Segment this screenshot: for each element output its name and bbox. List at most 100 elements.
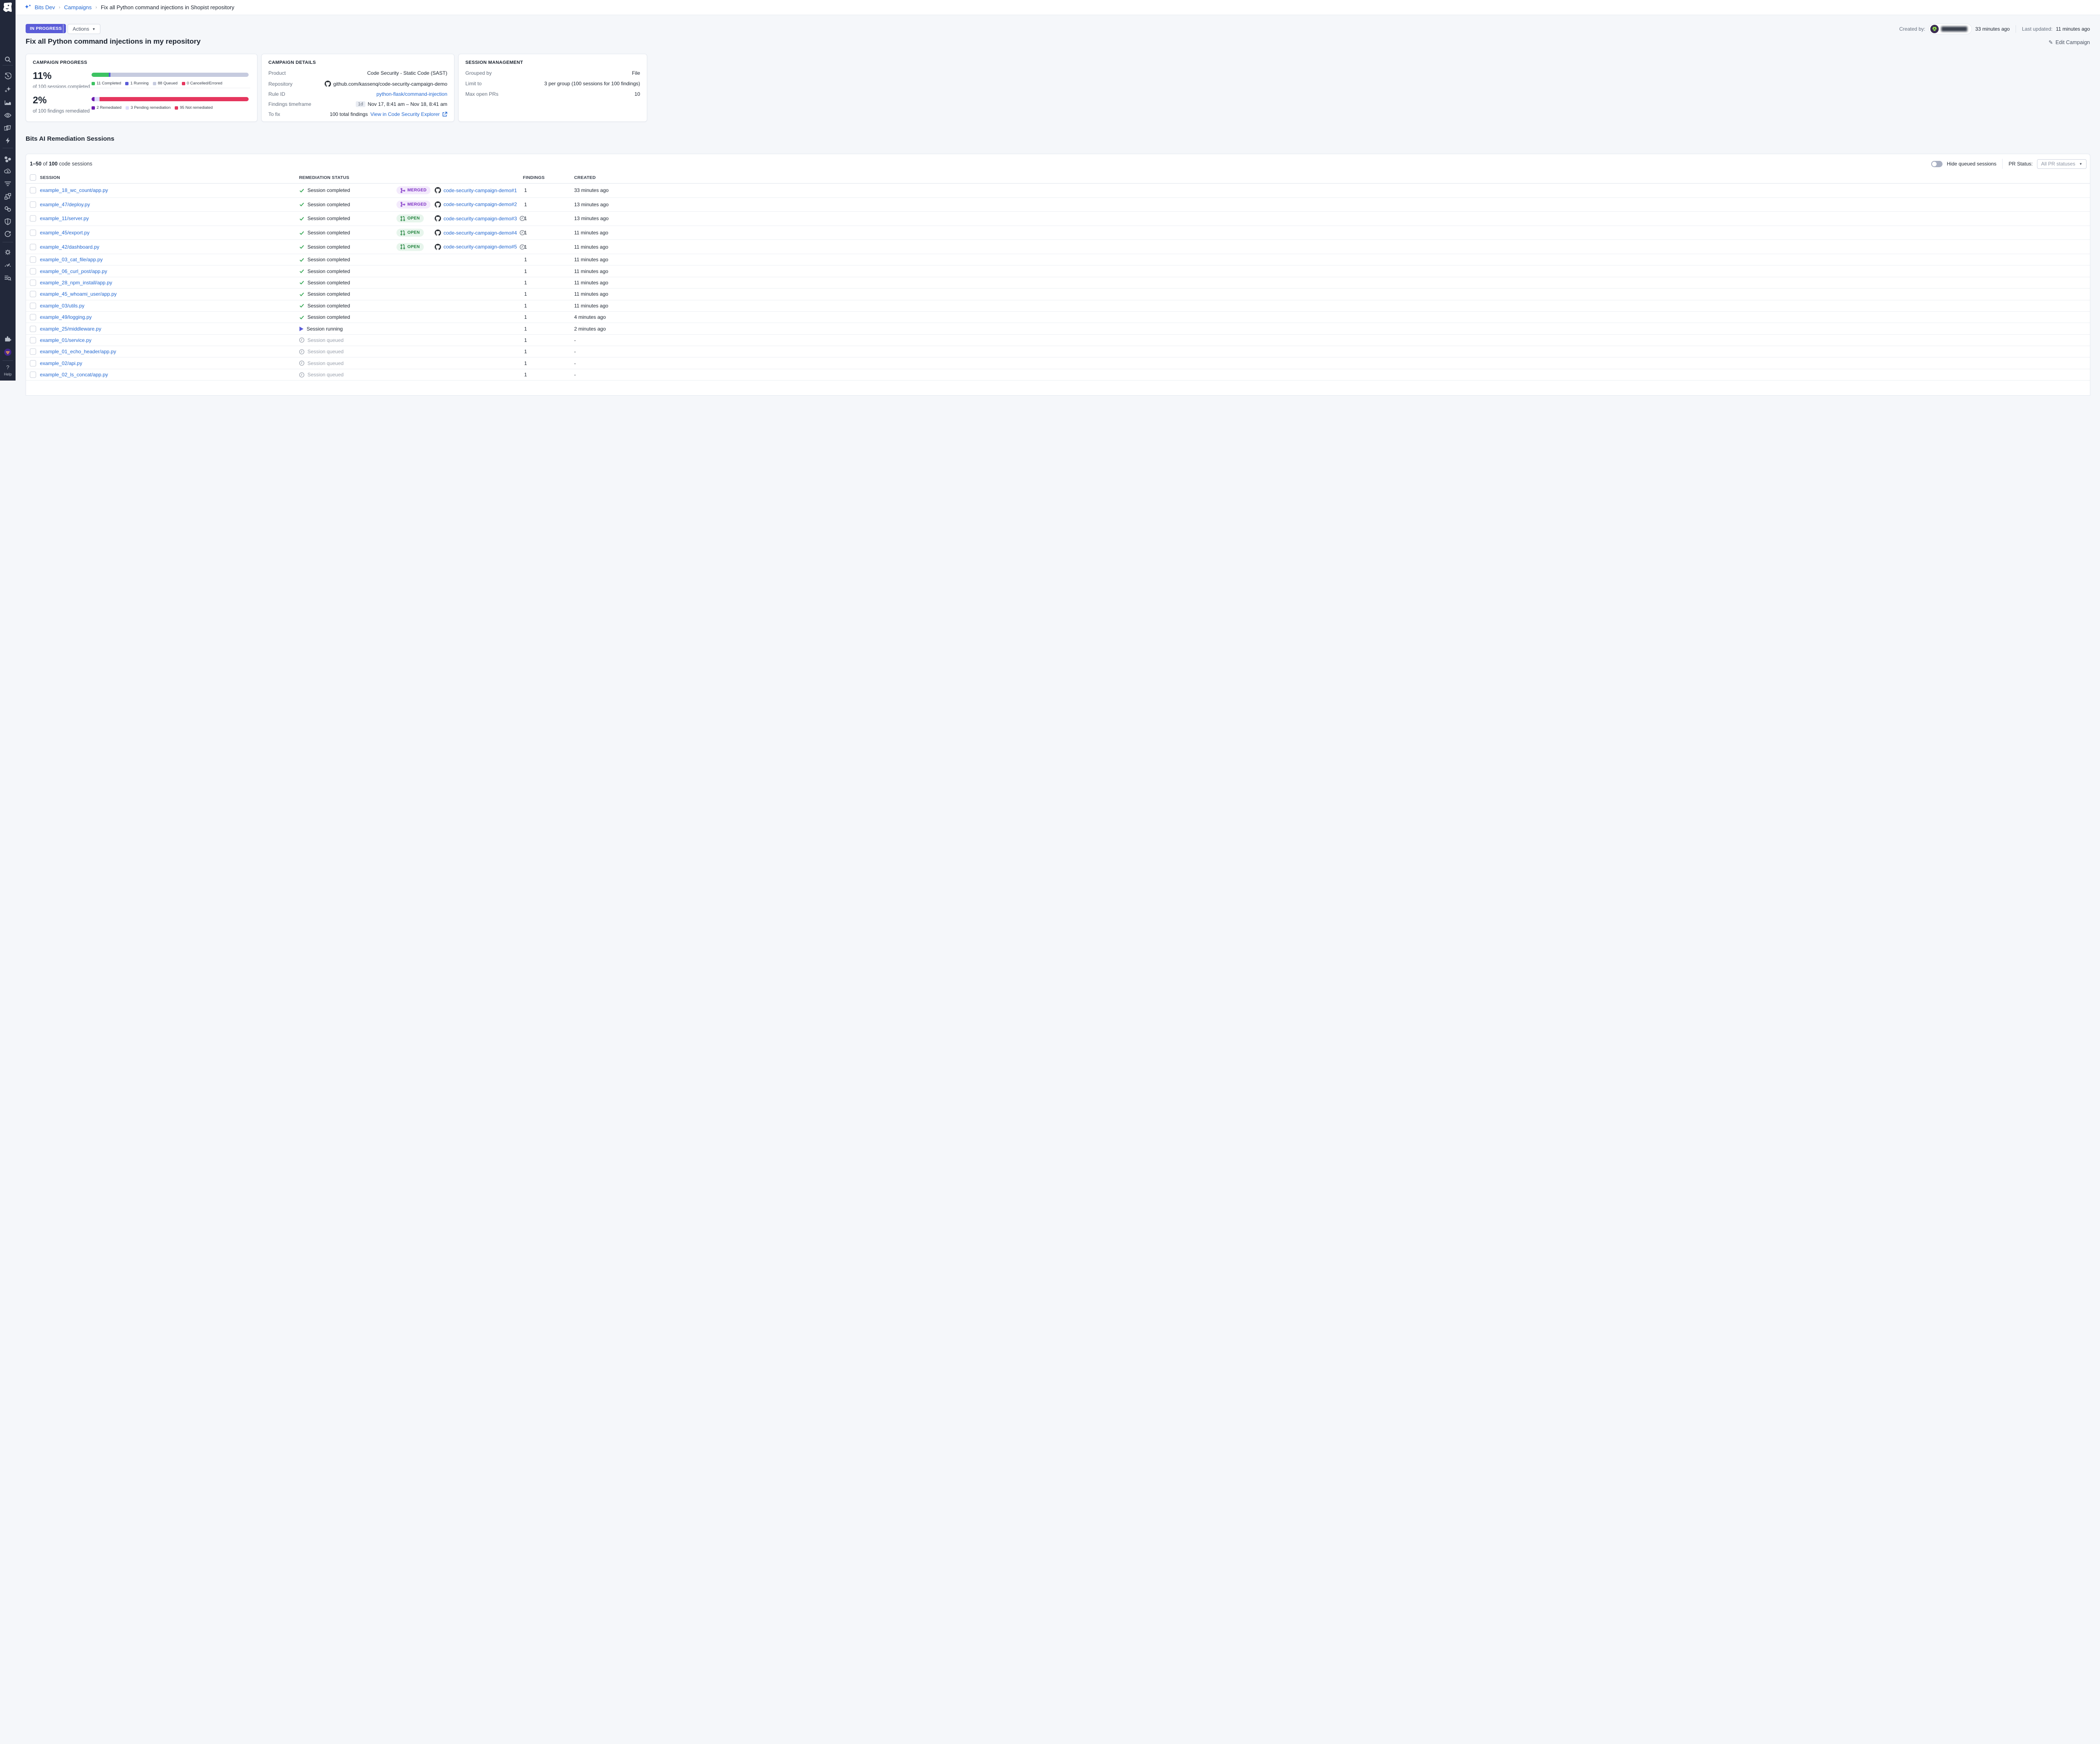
breadcrumb-bits-dev[interactable]: Bits Dev <box>34 4 55 11</box>
search-icon[interactable] <box>4 56 11 63</box>
integrations-puzzle-icon[interactable] <box>4 335 11 342</box>
session-link[interactable]: example_01/service.py <box>40 337 92 343</box>
caret-down-icon: ▼ <box>92 27 95 31</box>
session-link[interactable]: example_02_ls_concat/app.py <box>40 372 108 378</box>
session-link[interactable]: example_45/export.py <box>40 230 89 236</box>
row-checkbox[interactable] <box>30 230 36 236</box>
chevron-right-icon: › <box>59 5 60 10</box>
row-checkbox[interactable] <box>30 201 36 207</box>
remediation-status: Session running <box>299 326 343 332</box>
code-security-explorer-link[interactable]: View in Code Security Explorer <box>370 111 440 117</box>
to-fix-label: To fix <box>268 111 280 117</box>
log-explorer-icon[interactable] <box>4 274 11 281</box>
logs-filter-icon[interactable] <box>4 180 11 187</box>
row-checkbox[interactable] <box>30 337 36 343</box>
ci-refresh-icon[interactable] <box>4 231 11 238</box>
mgmt-row-limit: Limit to 3 per group (100 sessions for 1… <box>465 81 640 87</box>
actions-button[interactable]: Actions ▼ <box>68 24 100 34</box>
session-link[interactable]: example_45_whoami_user/app.py <box>40 291 117 297</box>
session-link[interactable]: example_47/deploy.py <box>40 202 90 207</box>
history-icon[interactable] <box>4 73 11 80</box>
watchdog-icon[interactable] <box>4 112 11 119</box>
breadcrumb-campaigns[interactable]: Campaigns <box>64 4 92 11</box>
row-checkbox[interactable] <box>30 279 36 286</box>
col-findings: FINDINGS <box>523 175 545 180</box>
datadog-logo[interactable] <box>2 2 13 13</box>
bar-segment <box>100 97 249 101</box>
rule-id-link[interactable]: python-flask/command-injection <box>376 91 447 97</box>
cloud-cost-icon[interactable]: $ <box>4 168 11 175</box>
pr-link[interactable]: code-security-campaign-demo#4 <box>444 230 517 236</box>
row-checkbox[interactable] <box>30 187 36 194</box>
sidebar-divider <box>3 65 13 66</box>
row-checkbox[interactable] <box>30 372 36 378</box>
campaign-details-title: CAMPAIGN DETAILS <box>268 60 447 65</box>
mgmt-row-max-prs: Max open PRs 10 <box>465 91 640 97</box>
infrastructure-hex-icon[interactable] <box>4 155 11 163</box>
table-row: example_28_npm_install/app.py Session com… <box>26 277 2090 289</box>
pr-state-label: MERGED <box>407 188 427 193</box>
created-cell: 11 minutes ago <box>574 230 608 236</box>
lightning-icon[interactable] <box>4 137 11 144</box>
bar-segment <box>110 73 249 77</box>
check-icon <box>299 230 304 236</box>
legend-swatch <box>175 106 178 110</box>
pr-link[interactable]: code-security-campaign-demo#5 <box>444 244 517 250</box>
session-link[interactable]: example_03/utils.py <box>40 303 84 309</box>
app-sidebar: $ ? Help <box>0 0 16 381</box>
layers-icon[interactable] <box>4 124 11 131</box>
status-label: Session completed <box>307 280 350 286</box>
row-checkbox[interactable] <box>30 360 36 366</box>
created-cell: 4 minutes ago <box>574 314 606 320</box>
row-checkbox[interactable] <box>30 349 36 355</box>
user-avatar[interactable] <box>4 349 11 356</box>
session-link[interactable]: example_02/api.py <box>40 360 82 366</box>
legend-swatch <box>126 106 129 110</box>
session-link[interactable]: example_06_curl_post/app.py <box>40 268 107 274</box>
created-cell: 11 minutes ago <box>574 291 608 297</box>
workflow-icon[interactable] <box>4 193 11 200</box>
pr-status-dropdown[interactable]: All PR statuses ▼ <box>2037 159 2087 169</box>
row-checkbox[interactable] <box>30 257 36 263</box>
session-link[interactable]: example_03_cat_file/app.py <box>40 257 102 263</box>
pr-status-label: PR Status: <box>2008 161 2032 167</box>
row-checkbox[interactable] <box>30 291 36 297</box>
bits-ai-sparkle-icon[interactable] <box>4 86 11 93</box>
row-checkbox[interactable] <box>30 215 36 222</box>
actions-label: Actions <box>73 26 89 32</box>
legend-label: 11 Completed <box>97 81 121 86</box>
pr-link[interactable]: code-security-campaign-demo#3 <box>444 215 517 221</box>
session-link[interactable]: example_49/logging.py <box>40 314 92 320</box>
pr-link[interactable]: code-security-campaign-demo#2 <box>444 202 517 207</box>
session-link[interactable]: example_25/middleware.py <box>40 326 101 332</box>
created-cell: 11 minutes ago <box>574 257 608 263</box>
session-link[interactable]: example_42/dashboard.py <box>40 244 99 250</box>
status-label: Session completed <box>307 314 350 320</box>
creator-avatar <box>1930 25 1939 33</box>
session-link[interactable]: example_28_npm_install/app.py <box>40 280 112 286</box>
security-shield-icon[interactable] <box>4 218 11 225</box>
pr-state-badge: MERGED <box>396 200 430 208</box>
session-link[interactable]: example_01_echo_header/app.py <box>40 349 116 355</box>
metrics-chart-icon[interactable] <box>4 99 11 106</box>
row-checkbox[interactable] <box>30 244 36 250</box>
row-checkbox[interactable] <box>30 302 36 309</box>
traces-link-icon[interactable] <box>4 205 11 213</box>
session-link[interactable]: example_11/server.py <box>40 215 89 221</box>
row-checkbox[interactable] <box>30 268 36 274</box>
help-button[interactable]: ? Help <box>0 364 16 376</box>
creator-chip[interactable] <box>1929 24 1972 34</box>
pr-link[interactable]: code-security-campaign-demo#1 <box>444 187 517 193</box>
bug-tracking-icon[interactable] <box>4 249 11 256</box>
findings-count: 1 <box>524 349 527 355</box>
hide-queued-toggle[interactable] <box>1931 161 1942 167</box>
rule-id-label: Rule ID <box>268 91 285 97</box>
row-checkbox[interactable] <box>30 314 36 320</box>
session-link[interactable]: example_18_wc_count/app.py <box>40 187 108 193</box>
gauge-icon[interactable] <box>4 262 11 269</box>
edit-campaign-button[interactable]: ✎ Edit Campaign <box>2049 39 2090 45</box>
legend-item: 3 Pending remediation <box>126 105 171 110</box>
created-cell: 11 minutes ago <box>574 244 608 250</box>
row-checkbox[interactable] <box>30 326 36 332</box>
select-all-checkbox[interactable] <box>30 174 36 181</box>
